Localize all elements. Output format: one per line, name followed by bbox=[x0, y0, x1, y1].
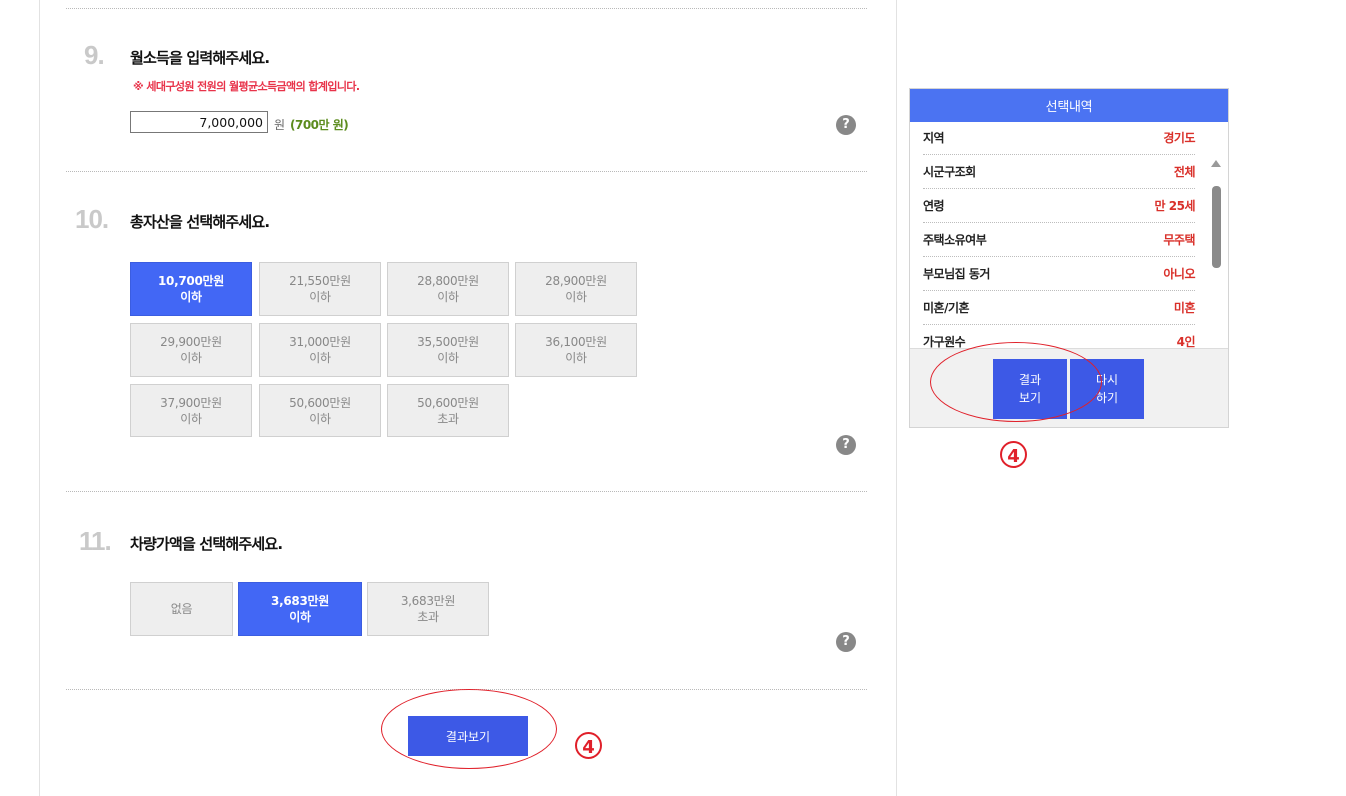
annotation-ellipse bbox=[930, 342, 1102, 422]
item-key: 가구원수 bbox=[923, 335, 966, 348]
asset-option[interactable]: 37,900만원 이하 bbox=[130, 384, 252, 437]
asset-option[interactable]: 36,100만원 이하 bbox=[515, 323, 637, 377]
option-amount: 없음 bbox=[170, 602, 193, 616]
item-value: 만 25세 bbox=[1154, 199, 1196, 213]
option-condition: 이하 bbox=[180, 290, 202, 304]
asset-option[interactable]: 35,500만원 이하 bbox=[387, 323, 509, 377]
question-title: 총자산을 선택해주세요. bbox=[130, 213, 270, 231]
help-icon[interactable]: ? bbox=[836, 632, 856, 652]
asset-option[interactable]: 28,900만원 이하 bbox=[515, 262, 637, 316]
item-value: 전체 bbox=[1173, 165, 1196, 179]
option-amount: 31,000만원 bbox=[289, 335, 351, 349]
option-condition: 초과 bbox=[437, 411, 459, 426]
item-value: 아니오 bbox=[1163, 267, 1195, 281]
option-amount: 29,900만원 bbox=[160, 335, 222, 349]
divider bbox=[66, 491, 867, 492]
item-key: 부모님집 동거 bbox=[923, 267, 990, 281]
income-man-won: (700만 원) bbox=[290, 118, 349, 132]
item-value: 4인 bbox=[1176, 335, 1196, 348]
item-key: 지역 bbox=[923, 131, 945, 145]
list-item: 미혼/기혼 미혼 bbox=[923, 291, 1196, 325]
list-item: 시군구조회 전체 bbox=[923, 155, 1196, 189]
annotation-ellipse bbox=[381, 689, 557, 769]
option-condition: 이하 bbox=[309, 290, 331, 304]
option-amount: 35,500만원 bbox=[417, 335, 479, 349]
content-right-border bbox=[896, 0, 897, 796]
option-condition: 이하 bbox=[289, 610, 311, 624]
option-amount: 28,900만원 bbox=[545, 274, 607, 288]
item-key: 미혼/기혼 bbox=[923, 301, 970, 315]
question-number: 10. bbox=[75, 204, 109, 234]
option-condition: 초과 bbox=[417, 610, 439, 624]
asset-option[interactable]: 50,600만원 이하 bbox=[259, 384, 381, 437]
question-number: 9. bbox=[84, 40, 105, 70]
asset-option[interactable]: 21,550만원 이하 bbox=[259, 262, 381, 316]
list-item: 부모님집 동거 아니오 bbox=[923, 257, 1195, 291]
scroll-up-icon[interactable] bbox=[1211, 160, 1221, 167]
option-amount: 21,550만원 bbox=[289, 274, 351, 288]
vehicle-option[interactable]: 없음 bbox=[130, 582, 233, 636]
item-key: 주택소유여부 bbox=[923, 233, 987, 247]
vehicle-option[interactable]: 3,683만원 이하 bbox=[238, 582, 362, 636]
list-item: 주택소유여부 무주택 bbox=[923, 223, 1195, 257]
option-amount: 28,800만원 bbox=[417, 274, 479, 288]
option-amount: 37,900만원 bbox=[160, 395, 222, 410]
divider bbox=[66, 8, 867, 9]
option-condition: 이하 bbox=[309, 411, 331, 426]
income-unit: 원 bbox=[274, 118, 286, 132]
option-condition: 이하 bbox=[565, 290, 587, 304]
item-value: 무주택 bbox=[1163, 233, 1195, 247]
option-amount: 3,683만원 bbox=[400, 594, 456, 608]
asset-option[interactable]: 31,000만원 이하 bbox=[259, 323, 381, 377]
income-note: ※ 세대구성원 전원의 월평균소득금액의 합계입니다. bbox=[133, 80, 360, 93]
list-item: 가구원수 4인 bbox=[923, 325, 1196, 348]
income-input[interactable] bbox=[130, 111, 268, 133]
divider bbox=[66, 171, 867, 172]
annotation-number-badge: 4 bbox=[575, 732, 602, 759]
option-condition: 이하 bbox=[309, 351, 331, 365]
asset-option[interactable]: 29,900만원 이하 bbox=[130, 323, 252, 377]
asset-option[interactable]: 28,800만원 이하 bbox=[387, 262, 509, 316]
option-condition: 이하 bbox=[180, 351, 202, 365]
question-number: 11. bbox=[79, 526, 112, 556]
item-key: 연령 bbox=[923, 199, 945, 213]
option-condition: 이하 bbox=[437, 290, 459, 304]
asset-option[interactable]: 10,700만원 이하 bbox=[130, 262, 252, 316]
selection-list[interactable]: 지역 경기도 시군구조회 전체 연령 만 25세 주택소유여부 무주택 부모님집… bbox=[910, 122, 1228, 348]
option-amount: 10,700만원 bbox=[158, 274, 224, 288]
item-value: 경기도 bbox=[1163, 131, 1195, 145]
list-item: 연령 만 25세 bbox=[923, 189, 1196, 223]
option-condition: 이하 bbox=[180, 411, 202, 426]
asset-option[interactable]: 50,600만원 초과 bbox=[387, 384, 509, 437]
option-amount: 36,100만원 bbox=[545, 335, 607, 349]
scrollbar-thumb[interactable] bbox=[1212, 186, 1221, 268]
panel-title: 선택내역 bbox=[910, 89, 1228, 122]
option-amount: 3,683만원 bbox=[271, 594, 329, 608]
list-item: 지역 경기도 bbox=[923, 122, 1195, 155]
annotation-number-badge: 4 bbox=[1000, 441, 1027, 468]
content-left-border bbox=[39, 0, 40, 796]
option-condition: 이하 bbox=[437, 351, 459, 365]
option-amount: 50,600만원 bbox=[417, 395, 479, 410]
item-key: 시군구조회 bbox=[923, 165, 976, 179]
help-icon[interactable]: ? bbox=[836, 115, 856, 135]
vehicle-option[interactable]: 3,683만원 초과 bbox=[367, 582, 489, 636]
option-amount: 50,600만원 bbox=[289, 395, 351, 410]
scrollbar[interactable] bbox=[1209, 160, 1224, 348]
item-value: 미혼 bbox=[1173, 301, 1196, 315]
help-icon[interactable]: ? bbox=[836, 435, 856, 455]
option-condition: 이하 bbox=[565, 351, 587, 365]
question-title: 차량가액을 선택해주세요. bbox=[130, 535, 283, 553]
question-title: 월소득을 입력해주세요. bbox=[130, 49, 270, 67]
